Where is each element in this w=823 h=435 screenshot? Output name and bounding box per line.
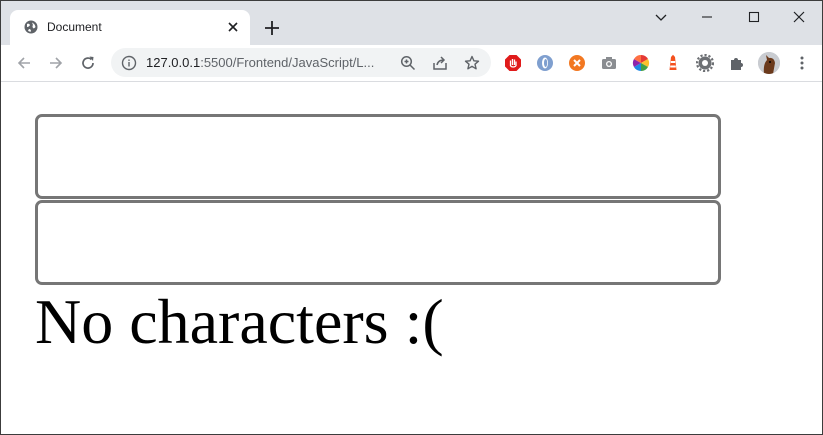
- page-content: No characters :(: [1, 82, 822, 434]
- input-box-1[interactable]: [35, 114, 721, 199]
- puzzle-icon[interactable]: [728, 54, 746, 72]
- url-text[interactable]: 127.0.0.1:5500/Frontend/JavaScript/L...: [146, 55, 374, 70]
- tab-document[interactable]: Document: [10, 10, 250, 45]
- address-bar[interactable]: 127.0.0.1:5500/Frontend/JavaScript/L...: [111, 48, 491, 77]
- url-path: :5500/Frontend/JavaScript/L...: [200, 55, 375, 70]
- minimize-icon[interactable]: [697, 7, 717, 27]
- status-message: No characters :(: [35, 286, 444, 357]
- avatar[interactable]: [758, 52, 780, 74]
- tab-title: Document: [47, 20, 102, 34]
- url-host: 127.0.0.1: [146, 55, 201, 70]
- input-box-2[interactable]: [35, 200, 721, 285]
- chevron-down-icon[interactable]: [651, 7, 671, 27]
- back-arrow-icon[interactable]: [14, 53, 34, 73]
- lighthouse-icon[interactable]: [664, 54, 682, 72]
- color-wheel-icon[interactable]: [632, 54, 650, 72]
- close-icon[interactable]: [789, 7, 809, 27]
- adblock-icon[interactable]: [504, 54, 522, 72]
- share-icon[interactable]: [431, 54, 449, 72]
- kebab-menu-icon[interactable]: [792, 53, 812, 73]
- opera-icon[interactable]: [536, 54, 554, 72]
- browser-toolbar: 127.0.0.1:5500/Frontend/JavaScript/L...: [1, 45, 822, 82]
- plus-icon[interactable]: [261, 17, 283, 39]
- orange-extension-icon[interactable]: [568, 54, 586, 72]
- star-icon[interactable]: [463, 54, 481, 72]
- profile-picture: [758, 52, 780, 74]
- zoom-icon[interactable]: [399, 54, 417, 72]
- globe-icon: [24, 20, 38, 34]
- forward-arrow-icon[interactable]: [46, 53, 66, 73]
- gear-extension-icon[interactable]: [696, 54, 714, 72]
- close-icon[interactable]: [224, 18, 242, 36]
- browser-window: Document 127.0.0.1:5500/Frontend/JavaScr…: [0, 0, 823, 435]
- maximize-icon[interactable]: [744, 7, 764, 27]
- camera-icon[interactable]: [600, 54, 618, 72]
- tab-strip: Document: [1, 1, 822, 45]
- info-icon[interactable]: [121, 55, 137, 71]
- reload-icon[interactable]: [78, 53, 98, 73]
